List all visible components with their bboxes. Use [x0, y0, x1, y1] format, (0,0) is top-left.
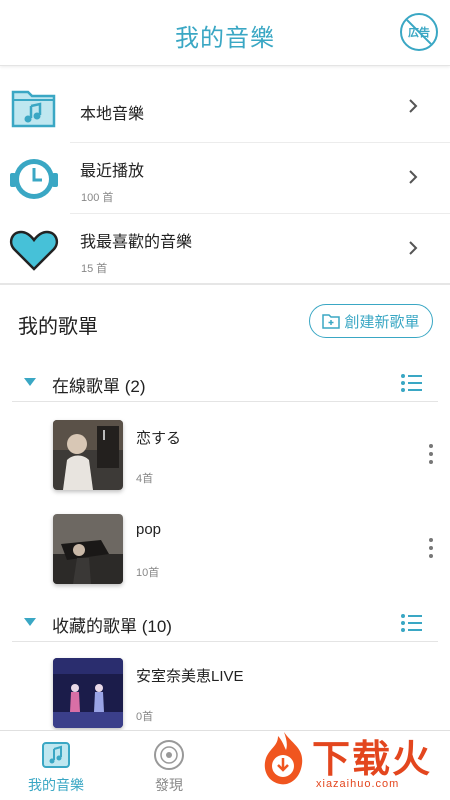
playlist-count: 0首 [136, 711, 154, 723]
bottom-tab-bar: 我的音樂 發現 下载火 xiazaihuo.com [0, 730, 450, 800]
tab-discover[interactable]: 發現 [129, 739, 209, 795]
more-options-icon[interactable] [428, 444, 434, 466]
group-title: 收藏的歌單 (10) [52, 617, 172, 636]
playlist-count: 10首 [136, 567, 160, 579]
page-title: 我的音樂 [175, 25, 275, 52]
favorite-music-row[interactable]: 我最喜歡的音樂 15 首 [0, 214, 450, 285]
local-music-label: 本地音樂 [80, 106, 145, 123]
favorite-music-label: 我最喜歡的音樂 [80, 234, 193, 251]
quick-access-list: 本地音樂 最近播放 100 首 我最喜歡的音樂 15 首 [0, 72, 450, 285]
clock-headphone-icon [10, 159, 58, 199]
playlist-item[interactable]: pop 10首 [0, 508, 450, 598]
recent-play-label: 最近播放 [80, 163, 145, 180]
group-divider [12, 401, 438, 402]
ad-toggle-button[interactable]: 広告 [400, 13, 438, 51]
playlist-count: 4首 [136, 473, 154, 485]
list-menu-icon[interactable] [400, 613, 422, 633]
collapse-triangle-icon [24, 618, 36, 626]
my-playlists-title: 我的歌單 [18, 316, 98, 338]
tab-label: 發現 [155, 777, 183, 793]
flame-logo-icon [264, 732, 303, 785]
site-watermark: 下载火 xiazaihuo.com [256, 728, 446, 796]
playlist-item[interactable]: 恋する 4首 [0, 414, 450, 504]
playlist-cover [53, 658, 123, 728]
favorite-music-count: 15 首 [81, 263, 108, 275]
music-folder-icon [42, 742, 70, 768]
playlist-cover [53, 420, 123, 490]
playlist-title: 安室奈美恵LIVE [136, 668, 244, 685]
collapse-triangle-icon [24, 378, 36, 386]
group-divider [12, 641, 438, 642]
disc-icon [154, 740, 184, 770]
online-playlists-group-header[interactable]: 在線歌單 (2) [0, 362, 450, 402]
list-menu-icon[interactable] [400, 373, 422, 393]
local-music-row[interactable]: 本地音樂 [0, 72, 450, 143]
folder-plus-icon [322, 314, 341, 329]
my-playlists-header: 我的歌單 創建新歌單 [0, 300, 450, 340]
music-folder-icon [11, 90, 56, 128]
section-divider [0, 283, 450, 285]
tab-my-music[interactable]: 我的音樂 [16, 739, 96, 795]
chevron-right-icon [409, 241, 418, 255]
recent-play-row[interactable]: 最近播放 100 首 [0, 143, 450, 214]
heart-icon [9, 230, 59, 271]
tab-label: 我的音樂 [28, 777, 84, 793]
top-bar: 我的音樂 広告 [0, 0, 450, 66]
playlist-cover [53, 514, 123, 584]
collected-playlists-group-header[interactable]: 收藏的歌單 (10) [0, 602, 450, 642]
recent-play-count: 100 首 [81, 192, 114, 204]
create-playlist-button[interactable]: 創建新歌單 [309, 304, 433, 338]
watermark-url: xiazaihuo.com [316, 778, 400, 790]
chevron-right-icon [409, 170, 418, 184]
playlist-title: pop [136, 521, 162, 538]
playlist-title: 恋する [136, 430, 182, 447]
create-playlist-label: 創建新歌單 [344, 313, 420, 331]
watermark-text: 下载火 [312, 739, 433, 781]
group-title: 在線歌單 (2) [52, 377, 146, 396]
more-options-icon[interactable] [428, 538, 434, 560]
chevron-right-icon [409, 99, 418, 113]
